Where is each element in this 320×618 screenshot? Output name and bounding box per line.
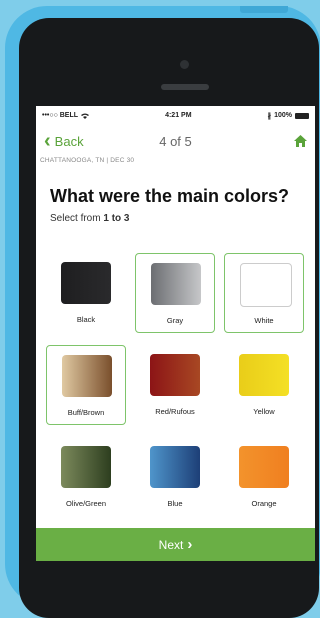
chevron-left-icon: ‹	[44, 130, 51, 152]
color-option[interactable]: White	[224, 253, 304, 333]
color-swatch	[61, 446, 111, 488]
subtitle-prefix: Select from	[50, 213, 104, 224]
chevron-right-icon: ›	[187, 536, 193, 553]
next-button[interactable]: Next ›	[36, 528, 315, 561]
earpiece-speaker	[161, 84, 209, 90]
question-subtitle: Select from 1 to 3	[36, 207, 315, 224]
nav-bar: ‹ Back 4 of 5	[36, 125, 315, 157]
back-button[interactable]: ‹ Back	[44, 131, 104, 151]
color-label: Gray	[166, 316, 184, 325]
color-swatch	[239, 446, 289, 488]
color-option[interactable]: Buff/Brown	[46, 345, 126, 425]
color-label: Buff/Brown	[67, 408, 105, 417]
battery-icon	[295, 112, 309, 119]
color-grid: Black Gray White Buff/Brown Red/Rufous Yellow…	[46, 253, 306, 517]
home-icon	[294, 135, 307, 147]
color-option[interactable]: Red/Rufous	[135, 345, 215, 425]
color-label: Blue	[167, 499, 183, 508]
status-time: 4:21 PM	[165, 112, 192, 119]
color-swatch	[150, 446, 200, 488]
color-label: Red/Rufous	[155, 407, 195, 416]
color-swatch	[239, 354, 289, 396]
color-option[interactable]: Blue	[135, 437, 215, 517]
home-button[interactable]	[247, 135, 307, 147]
color-swatch	[62, 355, 112, 397]
color-option[interactable]: Gray	[135, 253, 215, 333]
location-date: CHATTANOOGA, TN | DEC 30	[40, 157, 135, 164]
question-title: What were the main colors?	[50, 186, 290, 206]
carrier-label: •••○○ BELL	[42, 112, 79, 119]
color-option[interactable]: Yellow	[224, 345, 304, 425]
bluetooth-icon: ∦	[267, 112, 272, 120]
back-label: Back	[54, 133, 84, 149]
status-bar: •••○○ BELL 4:21 PM ∦ 100%	[36, 106, 315, 125]
power-button	[240, 6, 288, 13]
color-option[interactable]: Olive/Green	[46, 437, 126, 517]
color-swatch	[151, 263, 201, 305]
wifi-icon	[81, 113, 90, 119]
color-label: Orange	[251, 499, 277, 508]
color-swatch	[240, 263, 292, 307]
color-swatch	[150, 354, 200, 396]
color-label: Black	[76, 315, 96, 324]
color-label: White	[254, 316, 274, 325]
color-label: Yellow	[253, 407, 275, 416]
color-swatch	[61, 262, 111, 304]
battery-text: 100%	[274, 112, 292, 119]
color-label: Olive/Green	[65, 499, 107, 508]
app-screen: •••○○ BELL 4:21 PM ∦ 100% ‹ Back 4 of 5 …	[36, 106, 315, 561]
front-camera	[180, 60, 189, 69]
next-label: Next	[158, 537, 184, 552]
color-option[interactable]: Orange	[224, 437, 304, 517]
step-indicator: 4 of 5	[159, 133, 192, 149]
subtitle-range: 1 to 3	[103, 213, 130, 224]
color-option[interactable]: Black	[46, 253, 126, 333]
